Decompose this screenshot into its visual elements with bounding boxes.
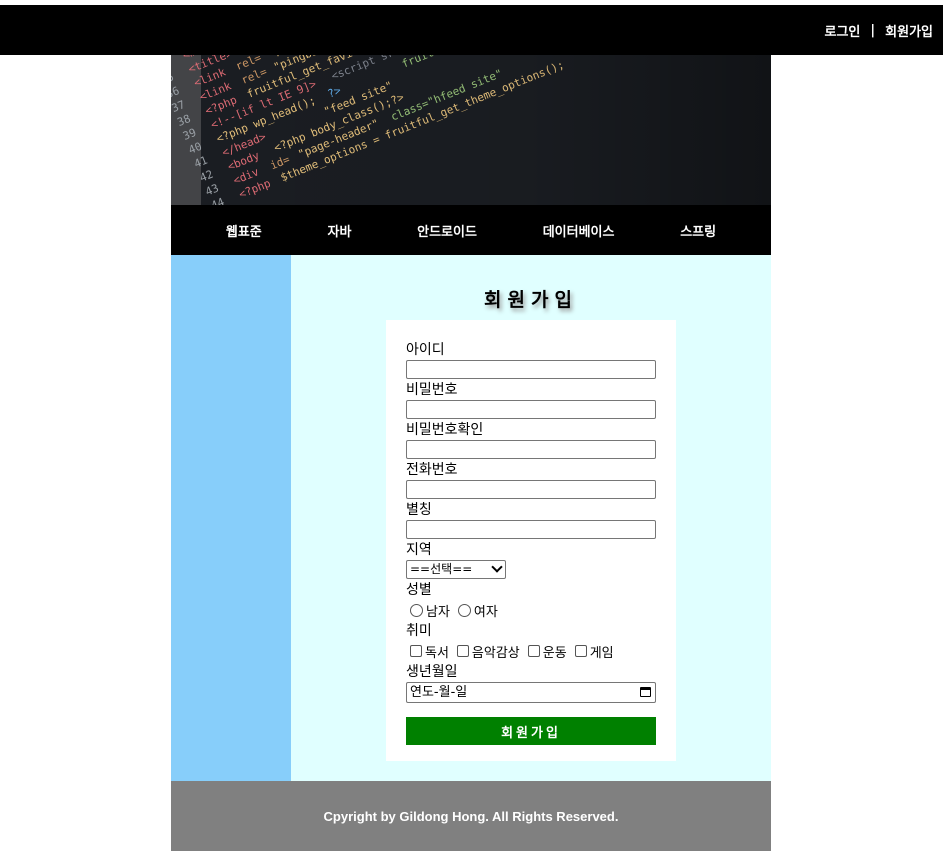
- nickname-input[interactable]: [406, 520, 656, 539]
- region-label: 지역: [406, 542, 432, 558]
- birthdate-label: 생년월일: [406, 664, 458, 680]
- nav-item-android[interactable]: 안드로이드: [417, 221, 477, 240]
- hobby-option-game[interactable]: 게임: [574, 642, 614, 661]
- birthdate-input[interactable]: 연도-월-일: [406, 682, 656, 703]
- gender-male-label: 남자: [426, 604, 450, 620]
- code-banner-image: 33<metacharset="<?php bloginfo 34<metana…: [171, 55, 771, 205]
- sidebar: [171, 255, 291, 781]
- hobby-option-music[interactable]: 음악감상: [456, 642, 520, 661]
- gender-options: 남자 여자: [410, 600, 656, 620]
- chevron-down-icon: [491, 561, 503, 573]
- id-label: 아이디: [406, 342, 445, 358]
- account-links: 로그인 | 회원가입: [825, 5, 933, 55]
- signup-form: 아이디 비밀번호 비밀번호확인 전화번호 별칭 지역 ==선택== 성별 남자 …: [386, 320, 676, 761]
- hobby-option-reading[interactable]: 독서: [410, 642, 449, 661]
- region-select[interactable]: ==선택==: [406, 560, 506, 579]
- birthdate-placeholder: 연도-월-일: [410, 685, 468, 700]
- phone-input[interactable]: [406, 480, 656, 499]
- nav-item-spring[interactable]: 스프링: [680, 221, 716, 240]
- footer: Cpyright by Gildong Hong. All Rights Res…: [171, 781, 771, 851]
- checkbox-reading[interactable]: [410, 645, 422, 657]
- login-link[interactable]: 로그인: [825, 21, 861, 40]
- gender-female-label: 여자: [473, 604, 498, 620]
- hobby-label: 취미: [406, 623, 432, 639]
- gender-label: 성별: [406, 582, 432, 598]
- nav-item-java[interactable]: 자바: [327, 221, 351, 240]
- gender-option-male[interactable]: 남자: [410, 601, 450, 620]
- id-input[interactable]: [406, 360, 656, 379]
- checkbox-game[interactable]: [574, 645, 587, 657]
- hobby-option-exercise[interactable]: 운동: [527, 642, 567, 661]
- phone-label: 전화번호: [406, 462, 458, 478]
- page-title: 회원가입: [484, 289, 578, 311]
- password-input[interactable]: [406, 400, 656, 419]
- hobby-exercise-label: 운동: [542, 645, 567, 661]
- link-separator: |: [870, 22, 876, 38]
- signup-submit-button[interactable]: 회원가입: [406, 717, 656, 745]
- nav-item-database[interactable]: 데이터베이스: [543, 221, 615, 240]
- page-container: 33<metacharset="<?php bloginfo 34<metana…: [171, 55, 771, 851]
- hobby-reading-label: 독서: [425, 645, 449, 661]
- main-nav: 웹표준 자바 안드로이드 데이터베이스 스프링: [171, 205, 771, 255]
- password-confirm-label: 비밀번호확인: [406, 422, 484, 438]
- signup-link[interactable]: 회원가입: [885, 21, 933, 40]
- content-area: 회원가입 아이디 비밀번호 비밀번호확인 전화번호 별칭 지역 ==선택== 성…: [171, 255, 771, 781]
- checkbox-music[interactable]: [456, 645, 469, 657]
- code-banner-graphic: 33<metacharset="<?php bloginfo 34<metana…: [171, 55, 771, 205]
- nickname-label: 별칭: [406, 502, 432, 518]
- password-confirm-input[interactable]: [406, 440, 656, 459]
- top-bar: 로그인 | 회원가입: [0, 5, 943, 55]
- gender-option-female[interactable]: 여자: [457, 601, 498, 620]
- checkbox-exercise[interactable]: [527, 645, 540, 657]
- calendar-icon[interactable]: [640, 687, 651, 697]
- nav-item-web-standard[interactable]: 웹표준: [226, 221, 262, 240]
- hobby-music-label: 음악감상: [471, 645, 520, 661]
- main-section: 회원가입 아이디 비밀번호 비밀번호확인 전화번호 별칭 지역 ==선택== 성…: [291, 255, 771, 781]
- radio-female[interactable]: [457, 603, 471, 617]
- hobby-game-label: 게임: [589, 645, 614, 661]
- copyright-text: Cpyright by Gildong Hong. All Rights Res…: [323, 808, 619, 824]
- region-selected-value: ==선택==: [410, 562, 473, 576]
- radio-male[interactable]: [410, 603, 423, 617]
- hobby-options: 독서 음악감상 운동 게임: [410, 641, 656, 661]
- password-label: 비밀번호: [406, 382, 458, 398]
